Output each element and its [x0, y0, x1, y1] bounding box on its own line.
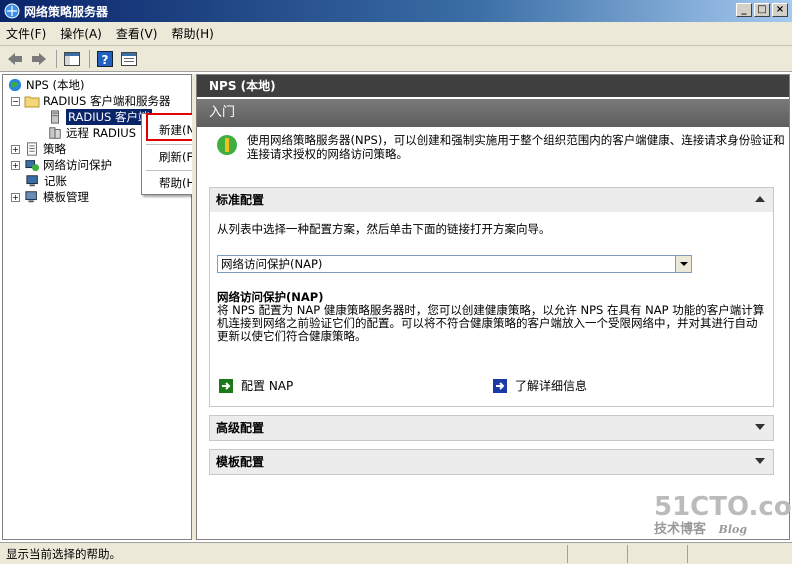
tree-label: 记账 [44, 174, 67, 188]
tree-label: RADIUS 客户端 [66, 109, 152, 125]
link-label: 配置 NAP [241, 379, 294, 393]
select-value: 网络访问保护(NAP) [221, 257, 323, 271]
section-title: 标准配置 [216, 193, 265, 207]
learn-more-link[interactable]: 了解详细信息 [493, 377, 587, 394]
forward-arrow-icon[interactable] [28, 49, 50, 69]
watermark-sub-text: 技术博客 [654, 522, 707, 537]
back-arrow-icon[interactable] [4, 49, 26, 69]
intro-banner: 入门 [197, 99, 789, 127]
status-text: 显示当前选择的帮助。 [0, 544, 568, 563]
expand-toggle[interactable]: + [11, 160, 20, 170]
section-title: 模板配置 [216, 455, 265, 469]
link-label: 了解详细信息 [515, 379, 588, 393]
tree-item-radius-group[interactable]: − RADIUS 客户端和服务器 [11, 93, 171, 109]
details-header: NPS (本地) [197, 75, 789, 97]
template-config-section: 模板配置 [209, 449, 774, 475]
nps-app-icon [4, 3, 20, 19]
show-tree-icon[interactable] [61, 49, 83, 69]
folder-icon [24, 96, 40, 108]
tree-item-templates[interactable]: + 模板管理 [11, 189, 89, 205]
green-arrow-icon [219, 378, 233, 393]
watermark-blog: Blog [718, 523, 748, 536]
advanced-config-header[interactable]: 高级配置 [210, 416, 773, 440]
chevron-down-icon[interactable] [675, 256, 691, 272]
network-protection-icon [25, 160, 39, 172]
minimize-button[interactable]: _ [736, 3, 752, 17]
window-controls: _ □ × [736, 3, 788, 17]
status-bar: 显示当前选择的帮助。 [0, 542, 792, 564]
help-icon[interactable]: ? [94, 49, 116, 69]
status-cell [628, 544, 688, 563]
template-icon [25, 191, 37, 203]
close-button[interactable]: × [772, 3, 788, 17]
tree-label: NPS (本地) [26, 78, 85, 92]
nps-info-icon [217, 135, 237, 155]
toolbar: ? [0, 46, 792, 72]
scenario-select[interactable]: 网络访问保护(NAP) [217, 255, 692, 273]
svg-text:?: ? [102, 53, 109, 67]
intro-description: 使用网络策略服务器(NPS)，可以创建和强制实施用于整个组织范围内的客户端健康、… [247, 133, 785, 161]
tree-label: RADIUS 客户端和服务器 [43, 94, 171, 108]
menu-bar: 文件(F) 操作(A) 查看(V) 帮助(H) [0, 22, 792, 46]
standard-instruction: 从列表中选择一种配置方案，然后单击下面的链接打开方案向导。 [217, 222, 551, 236]
tree-item-remote-radius[interactable]: 远程 RADIUS [47, 125, 136, 141]
tree-item-nps-root[interactable]: NPS (本地) [7, 77, 84, 93]
tree-label: 模板管理 [43, 190, 89, 204]
details-pane: NPS (本地) 入门 使用网络策略服务器(NPS)，可以创建和强制实施用于整个… [196, 74, 790, 540]
properties-icon[interactable] [118, 49, 140, 69]
blue-arrow-icon [493, 378, 507, 393]
expand-arrow-icon[interactable] [755, 424, 765, 430]
section-title: 高级配置 [216, 421, 265, 435]
expand-toggle[interactable]: + [11, 144, 20, 154]
configure-nap-link[interactable]: 配置 NAP [219, 377, 293, 394]
tree-label: 远程 RADIUS [66, 126, 137, 140]
tree-label: 网络访问保护 [43, 158, 112, 172]
advanced-config-section: 高级配置 [209, 415, 774, 441]
expand-arrow-icon[interactable] [755, 458, 765, 464]
status-cell [568, 544, 628, 563]
menu-help[interactable]: 帮助(H) [171, 25, 213, 42]
tree-item-radius-clients[interactable]: RADIUS 客户端 [47, 109, 152, 125]
server-icon [51, 110, 59, 124]
window-title: 网络策略服务器 [24, 4, 109, 19]
server-group-icon [49, 127, 61, 139]
tree-item-nap[interactable]: + 网络访问保护 [11, 157, 112, 173]
toolbar-separator [89, 49, 90, 68]
menu-view[interactable]: 查看(V) [116, 25, 158, 42]
menu-file[interactable]: 文件(F) [6, 25, 46, 42]
expand-toggle[interactable]: + [11, 192, 20, 202]
standard-config-header[interactable]: 标准配置 [210, 188, 773, 212]
collapse-toggle[interactable]: − [11, 96, 20, 106]
toolbar-separator [56, 49, 57, 68]
template-config-header[interactable]: 模板配置 [210, 450, 773, 474]
tree-item-policies[interactable]: + 策略 [11, 141, 66, 157]
tree-label: 策略 [43, 142, 66, 156]
collapse-arrow-icon[interactable] [755, 196, 765, 202]
menu-action[interactable]: 操作(A) [60, 25, 102, 42]
policy-document-icon [27, 142, 37, 156]
globe-icon [8, 78, 22, 92]
scenario-description: 将 NPS 配置为 NAP 健康策略服务器时，您可以创建健康策略，以允许 NPS… [217, 303, 765, 343]
accounting-icon [26, 175, 38, 187]
watermark-logo: 51CTO.com 技术博客 Blog [654, 492, 792, 548]
title-bar: 网络策略服务器 _ □ × [0, 0, 792, 22]
tree-item-accounting[interactable]: 记账 [25, 173, 67, 189]
maximize-button[interactable]: □ [754, 3, 770, 17]
